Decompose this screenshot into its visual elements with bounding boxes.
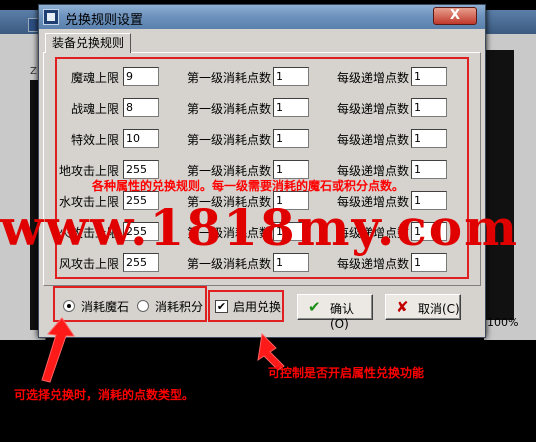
increment-input[interactable]: 1 [411, 67, 447, 86]
limit-input[interactable]: 8 [123, 98, 159, 117]
check-icon: ✔ [308, 298, 321, 316]
row-label: 特效上限 [71, 133, 120, 147]
increment-label: 每级递增点数 [337, 133, 410, 147]
row-label: 战魂上限 [71, 102, 120, 116]
limit-input[interactable]: 10 [123, 129, 159, 148]
radio-consume-stone[interactable] [63, 300, 75, 312]
first-level-input[interactable]: 1 [273, 98, 309, 117]
radio-consume-points-label: 消耗积分 [155, 300, 204, 314]
increment-label: 每级递增点数 [337, 102, 410, 116]
title-bar[interactable]: 兑换规则设置 X [39, 5, 485, 29]
enable-exchange-checkbox[interactable]: ✔ [215, 300, 228, 313]
close-button[interactable]: X [433, 7, 477, 25]
exchange-rules-dialog: 兑换规则设置 X 装备兑换规则 魔魂上限 9 第一级消耗点数 1 每级递增点数 1 战魂上限… [38, 4, 486, 338]
increment-input[interactable]: 1 [411, 160, 447, 179]
cross-icon: ✘ [396, 298, 409, 316]
type-annotation: 可选择兑换时，消耗的点数类型。 [14, 388, 195, 402]
enable-exchange-label: 启用兑换 [233, 300, 282, 314]
increment-label: 每级递增点数 [337, 71, 410, 85]
confirm-button[interactable]: ✔ 确认 (O) [297, 294, 373, 331]
first-level-label: 第一级消耗点数 [187, 102, 272, 116]
background-titlebar-right [484, 10, 536, 34]
watermark: www.1818my.com [0, 198, 519, 257]
tab-equipment-exchange-rules[interactable]: 装备兑换规则 [45, 33, 132, 53]
background-window-right [484, 10, 536, 340]
enable-annotation: 可控制是否开启属性兑换功能 [268, 366, 425, 380]
background-panel-right [484, 50, 514, 320]
row-label: 魔魂上限 [71, 71, 120, 85]
first-level-input[interactable]: 1 [273, 67, 309, 86]
radio-consume-points[interactable] [137, 300, 149, 312]
background-label: Z [30, 66, 37, 77]
radio-consume-stone-label: 消耗魔石 [81, 300, 130, 314]
first-level-label: 第一级消耗点数 [187, 133, 272, 147]
limit-input[interactable]: 9 [123, 67, 159, 86]
dialog-title: 兑换规则设置 [65, 13, 144, 28]
app-icon [43, 9, 59, 25]
increment-input[interactable]: 1 [411, 98, 447, 117]
increment-input[interactable]: 1 [411, 129, 447, 148]
cancel-button-label: 取消(C) [418, 302, 460, 316]
first-level-label: 第一级消耗点数 [187, 71, 272, 85]
confirm-button-label: 确认 (O) [330, 302, 355, 331]
cancel-button[interactable]: ✘ 取消(C) [385, 294, 461, 320]
background-percent: 100% [487, 316, 519, 329]
rule-annotation: 各种属性的兑换规则。每一级需要消耗的魔石或积分点数。 [92, 179, 405, 193]
first-level-input[interactable]: 1 [273, 129, 309, 148]
